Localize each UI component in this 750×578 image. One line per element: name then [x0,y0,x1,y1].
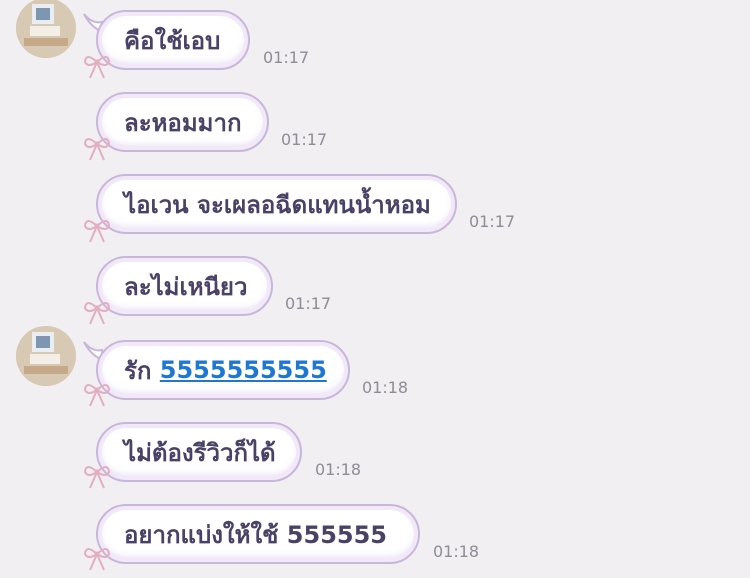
message-text: รัก [124,356,160,385]
message-time: 01:18 [362,378,409,397]
message-text: ไม่ต้องรีวิวก็ได้ [124,438,276,467]
message-link[interactable]: 5555555555 [160,356,327,384]
message-bubble[interactable]: ไม่ต้องรีวิวก็ได้ [96,422,302,482]
message-time: 01:17 [285,294,332,313]
message-time: 01:18 [315,460,362,479]
sender-avatar[interactable] [16,0,76,58]
message-time: 01:17 [281,130,328,149]
bow-icon [83,384,111,407]
message-bubble[interactable]: ละไม่เหนียว [96,256,273,316]
bow-icon [83,548,111,571]
message-text: ละหอมมาก [124,108,242,137]
bow-icon [83,138,111,161]
message-bubble[interactable]: คือใช้เอบ [96,10,250,70]
sender-avatar[interactable] [16,326,76,386]
message-bubble[interactable]: อยากแบ่งให้ใช้ 555555 [96,504,420,564]
message-bubble[interactable]: ไอเวน จะเผลอฉีดแทนน้ำหอม [96,174,457,234]
bow-icon [83,220,111,243]
bow-icon [83,56,111,79]
bow-icon [83,302,111,325]
message-time: 01:18 [433,542,480,561]
avatar-image [16,326,76,386]
message-text: อยากแบ่งให้ใช้ 555555 [124,520,388,549]
bow-icon [83,466,111,489]
message-bubble[interactable]: ละหอมมาก [96,92,269,152]
message-time: 01:17 [263,48,310,67]
message-bubble[interactable]: รัก 5555555555 [96,340,350,400]
message-text: คือใช้เอบ [124,26,221,55]
avatar-image [16,0,76,58]
message-text: ละไม่เหนียว [124,272,248,301]
message-time: 01:17 [469,212,516,231]
message-text: ไอเวน จะเผลอฉีดแทนน้ำหอม [124,190,431,219]
